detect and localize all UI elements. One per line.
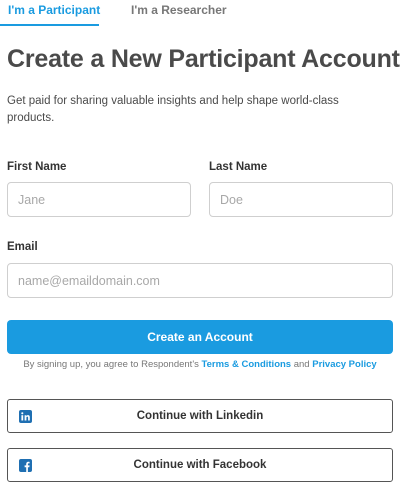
account-type-tabs: I'm a Participant I'm a Researcher bbox=[0, 0, 400, 28]
active-tab-indicator bbox=[0, 24, 99, 26]
facebook-button-label: Continue with Facebook bbox=[133, 459, 267, 471]
linkedin-button-label: Continue with Linkedin bbox=[136, 410, 264, 422]
last-name-input[interactable] bbox=[209, 182, 393, 217]
terms-conditions-link[interactable]: Terms & Conditions bbox=[202, 359, 292, 370]
create-account-button[interactable]: Create an Account bbox=[7, 320, 393, 354]
terms-and: and bbox=[291, 359, 313, 370]
tab-participant[interactable]: I'm a Participant bbox=[8, 2, 100, 18]
tab-researcher[interactable]: I'm a Researcher bbox=[131, 2, 227, 18]
continue-with-linkedin-button[interactable]: Continue with Linkedin bbox=[7, 399, 393, 433]
page-title: Create a New Participant Account bbox=[7, 45, 400, 73]
terms-prefix: By signing up, you agree to Respondent's bbox=[23, 359, 202, 370]
first-name-label: First Name bbox=[7, 161, 67, 173]
page-subtitle: Get paid for sharing valuable insights a… bbox=[7, 95, 339, 124]
last-name-label: Last Name bbox=[209, 161, 268, 173]
continue-with-facebook-button[interactable]: Continue with Facebook bbox=[7, 448, 393, 482]
email-input[interactable] bbox=[7, 263, 393, 298]
first-name-input[interactable] bbox=[7, 182, 191, 217]
terms-notice: By signing up, you agree to Respondent's… bbox=[0, 358, 400, 371]
email-label: Email bbox=[7, 241, 38, 253]
privacy-policy-link[interactable]: Privacy Policy bbox=[312, 359, 376, 370]
